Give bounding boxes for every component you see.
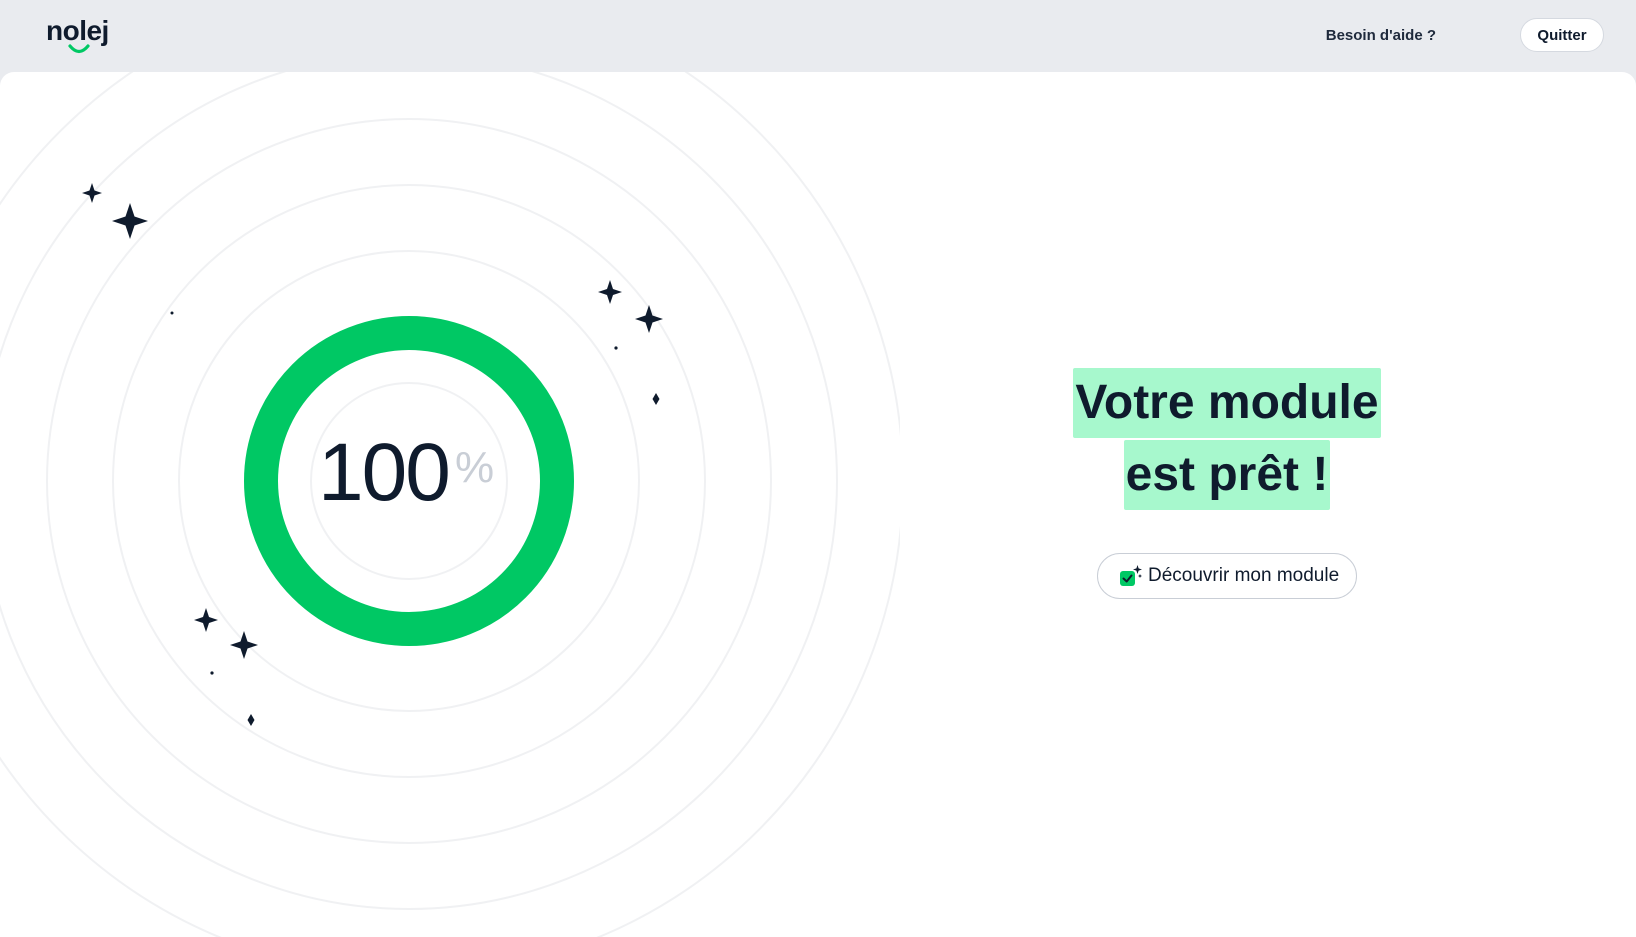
star-icon (230, 631, 258, 659)
star-icon (112, 203, 148, 239)
discover-button-label: Découvrir mon module (1148, 565, 1340, 586)
star-icon (210, 671, 214, 675)
page-title: Votre module est prêt ! (1020, 368, 1434, 510)
progress-illustration (0, 72, 900, 937)
main-panel: 100 % Votre module est prêt ! Découvrir … (0, 72, 1636, 937)
star-icon (652, 393, 660, 405)
help-link[interactable]: Besoin d'aide ? (1326, 24, 1436, 48)
discover-module-button[interactable]: Découvrir mon module (1097, 553, 1357, 599)
star-icon (247, 714, 255, 726)
star-icon (635, 305, 663, 333)
title-line-2: est prêt ! (1123, 440, 1331, 510)
nolej-logo[interactable]: nolej (46, 14, 116, 54)
ring (0, 72, 900, 937)
quit-button[interactable]: Quitter (1520, 18, 1604, 52)
star-icon (170, 311, 174, 315)
background-rings (0, 72, 900, 937)
progress-unit: % (455, 443, 495, 492)
star-icon (614, 346, 618, 350)
logo-text: nolej (46, 15, 109, 46)
smile-icon (68, 44, 90, 54)
sparkle-check-icon (1120, 565, 1142, 586)
star-icon (598, 280, 622, 304)
top-bar: nolej Besoin d'aide ? Quitter (0, 0, 1636, 72)
title-line-1: Votre module (1073, 368, 1381, 438)
star-icon (194, 608, 218, 632)
progress-value: 100 (318, 427, 451, 518)
